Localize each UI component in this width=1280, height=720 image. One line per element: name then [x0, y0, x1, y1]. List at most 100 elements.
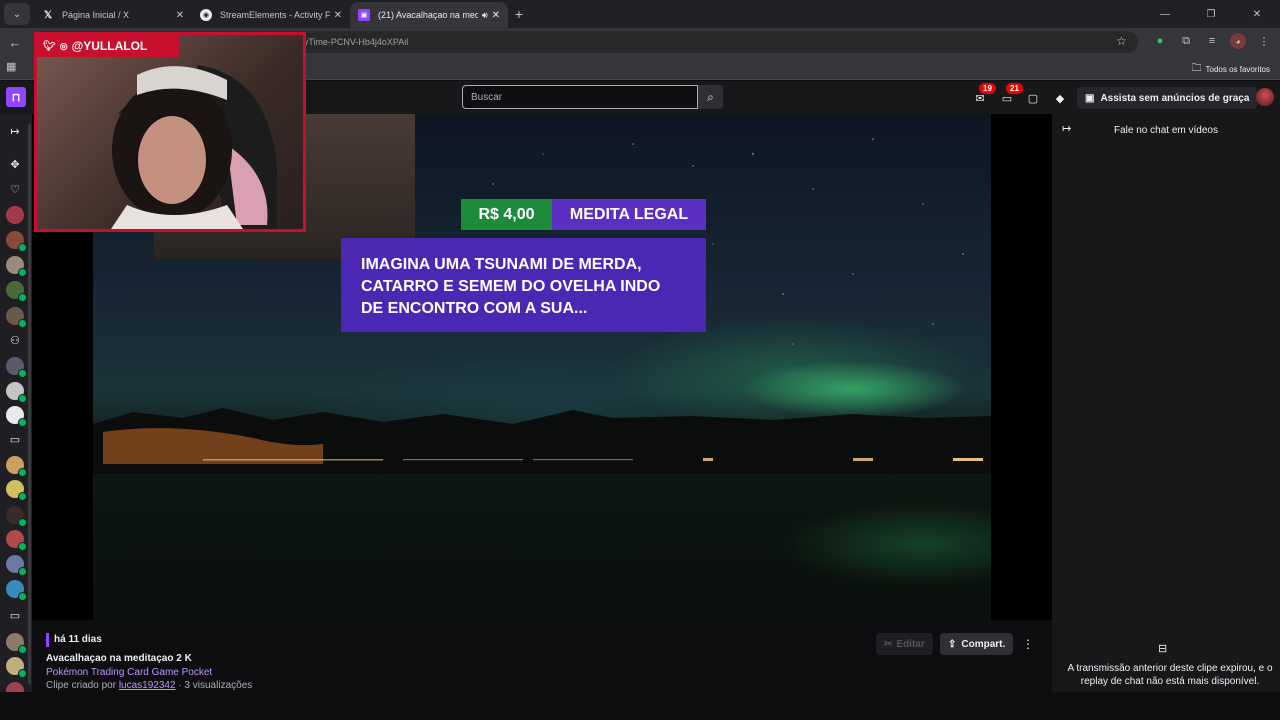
browser-tab-x[interactable]: 𝕏 Página Inicial / X ✕: [34, 2, 192, 28]
browser-menu-icon[interactable]: ⋮: [1256, 33, 1272, 49]
town-lights: [203, 458, 983, 461]
minimize-icon[interactable]: —: [1142, 9, 1188, 20]
expand-sidebar-icon[interactable]: ↦: [7, 123, 23, 139]
streamelements-icon: ◉: [200, 9, 212, 21]
chat-expired-icon: ⊟: [1158, 643, 1168, 655]
inbox-badge: 21: [1006, 83, 1023, 94]
twitter-icon: 🐦︎: [43, 40, 56, 52]
tab-label: (21) Avacalhaçao na medita: [378, 10, 478, 20]
share-icon: ⇪: [948, 638, 957, 650]
browser-extension-icons: ● ⧉ ≡ ◕ ⋮: [1152, 33, 1272, 49]
followed-channels-sidebar: ↦ ✥ ♡ ⚇ ▭ ▭: [0, 114, 32, 720]
browser-tab-twitch[interactable]: ▣ (21) Avacalhaçao na medita 🔊︎ ✕: [350, 2, 508, 28]
live-status-icon: [18, 518, 27, 527]
channel-avatar[interactable]: [6, 555, 27, 576]
close-icon[interactable]: ✕: [334, 10, 342, 21]
channel-avatar[interactable]: [6, 281, 27, 302]
search-button[interactable]: ⌕: [698, 85, 723, 109]
recommended-icon[interactable]: ✥: [7, 156, 23, 172]
crown-icon[interactable]: ◆: [1052, 90, 1068, 106]
clip-date: há 11 dias: [54, 634, 102, 645]
donation-message: IMAGINA UMA TSUNAMI DE MERDA, CATARRO E …: [341, 238, 706, 332]
channel-avatar[interactable]: [6, 231, 27, 252]
channel-avatar[interactable]: [6, 382, 27, 403]
user-avatar[interactable]: [1256, 88, 1274, 106]
channel-avatar[interactable]: [6, 456, 27, 477]
adfree-label: Assista sem anúncios de graça: [1100, 92, 1250, 104]
adfree-button[interactable]: ▣ Assista sem anúncios de graça: [1077, 87, 1258, 109]
bookmark-star-icon[interactable]: ☆: [1116, 34, 1127, 48]
game-link[interactable]: Pokémon Trading Card Game Pocket: [46, 667, 212, 678]
live-status-icon: [18, 645, 27, 654]
channel-avatar[interactable]: [6, 657, 27, 678]
restore-icon[interactable]: ❐: [1188, 9, 1234, 20]
streamer-handle: @YULLALOL: [71, 39, 148, 53]
close-window-icon[interactable]: ✕: [1234, 9, 1280, 20]
donation-amount: R$ 4,00: [461, 199, 552, 230]
twitch-logo-icon[interactable]: ⊓: [6, 87, 26, 107]
chat-title: Fale no chat em vídeos: [1114, 125, 1218, 136]
tab-label: StreamElements - Activity Feed: [220, 10, 330, 20]
channel-avatar[interactable]: [6, 480, 27, 501]
browser-tab-bar: ⌄ 𝕏 Página Inicial / X ✕ ◉ StreamElement…: [0, 0, 1280, 28]
x-logo-icon: 𝕏: [43, 9, 53, 21]
media-control-icon[interactable]: ≡: [1204, 33, 1220, 49]
new-tab-button[interactable]: +: [508, 6, 530, 22]
live-status-icon: [18, 268, 27, 277]
browser-tab-streamelements[interactable]: ◉ StreamElements - Activity Feed ✕: [192, 2, 350, 28]
tab-search-menu-button[interactable]: ⌄: [4, 3, 30, 25]
channel-avatar[interactable]: [6, 206, 24, 224]
more-options-icon[interactable]: ⋮: [1020, 635, 1036, 653]
creator-link[interactable]: lucas192342: [119, 680, 176, 691]
tv-icon: ▣: [1085, 92, 1095, 104]
sidebar-scrollbar[interactable]: [28, 124, 31, 684]
live-status-icon: [18, 542, 27, 551]
twitch-icon: ▣: [358, 9, 370, 21]
apps-grid-icon[interactable]: ▦: [6, 60, 16, 73]
live-status-icon: [18, 669, 27, 678]
channel-avatar[interactable]: [6, 580, 27, 601]
live-status-icon: [18, 592, 27, 601]
whispers-icon[interactable]: ▢: [1025, 90, 1041, 106]
live-status-icon: [18, 394, 27, 403]
search-placeholder: Buscar: [471, 91, 503, 103]
search-icon: ⌕: [707, 89, 714, 104]
profile-avatar-icon[interactable]: ◕: [1230, 33, 1246, 49]
video-icon[interactable]: ▭: [7, 607, 23, 623]
channel-avatar[interactable]: [6, 256, 27, 277]
live-status-icon: [18, 319, 27, 328]
live-status-icon: [18, 369, 27, 378]
streamer-handle-banner: 🐦︎ ◎ @YULLALOL: [37, 35, 179, 57]
close-icon[interactable]: ✕: [176, 10, 184, 21]
chat-panel: ↦ Fale no chat em vídeos ⊟ A transmissão…: [1052, 114, 1280, 692]
chat-expired-message: A transmissão anterior deste clipe expir…: [1067, 663, 1273, 687]
channel-avatar[interactable]: [6, 530, 27, 551]
heart-icon[interactable]: ♡: [7, 181, 23, 197]
share-label: Compart.: [961, 638, 1006, 650]
window-controls: — ❐ ✕: [1142, 0, 1280, 28]
back-arrow-icon[interactable]: ←: [0, 35, 30, 50]
channel-avatar[interactable]: [6, 406, 27, 427]
notifications-badge: 19: [979, 83, 996, 94]
all-bookmarks-folder[interactable]: 🗀 Todos os favoritos: [1192, 61, 1270, 78]
extension-green-icon[interactable]: ●: [1152, 33, 1168, 49]
edit-label: Editar: [896, 638, 925, 650]
streamer-figure: [111, 65, 277, 229]
add-friend-icon[interactable]: ⚇: [7, 332, 23, 348]
channel-avatar[interactable]: [6, 506, 27, 527]
close-icon[interactable]: ✕: [492, 10, 500, 21]
folder-icon: 🗀: [1191, 63, 1202, 74]
speaker-icon[interactable]: 🔊︎: [482, 10, 488, 21]
created-by-label: Clipe criado por: [46, 680, 117, 691]
channel-avatar[interactable]: [6, 307, 27, 328]
channel-avatar[interactable]: [6, 633, 27, 654]
extensions-puzzle-icon[interactable]: ⧉: [1178, 33, 1194, 49]
video-icon[interactable]: ▭: [7, 431, 23, 447]
edit-button[interactable]: ✂ Editar: [876, 633, 933, 655]
share-button[interactable]: ⇪ Compart.: [940, 633, 1014, 655]
scissors-icon: ✂: [884, 638, 893, 650]
clip-creator-line: Clipe criado por lucas192342 · 3 visuali…: [46, 680, 252, 691]
channel-avatar[interactable]: [6, 357, 27, 378]
search-input[interactable]: Buscar: [462, 85, 698, 109]
live-status-icon: [18, 468, 27, 477]
